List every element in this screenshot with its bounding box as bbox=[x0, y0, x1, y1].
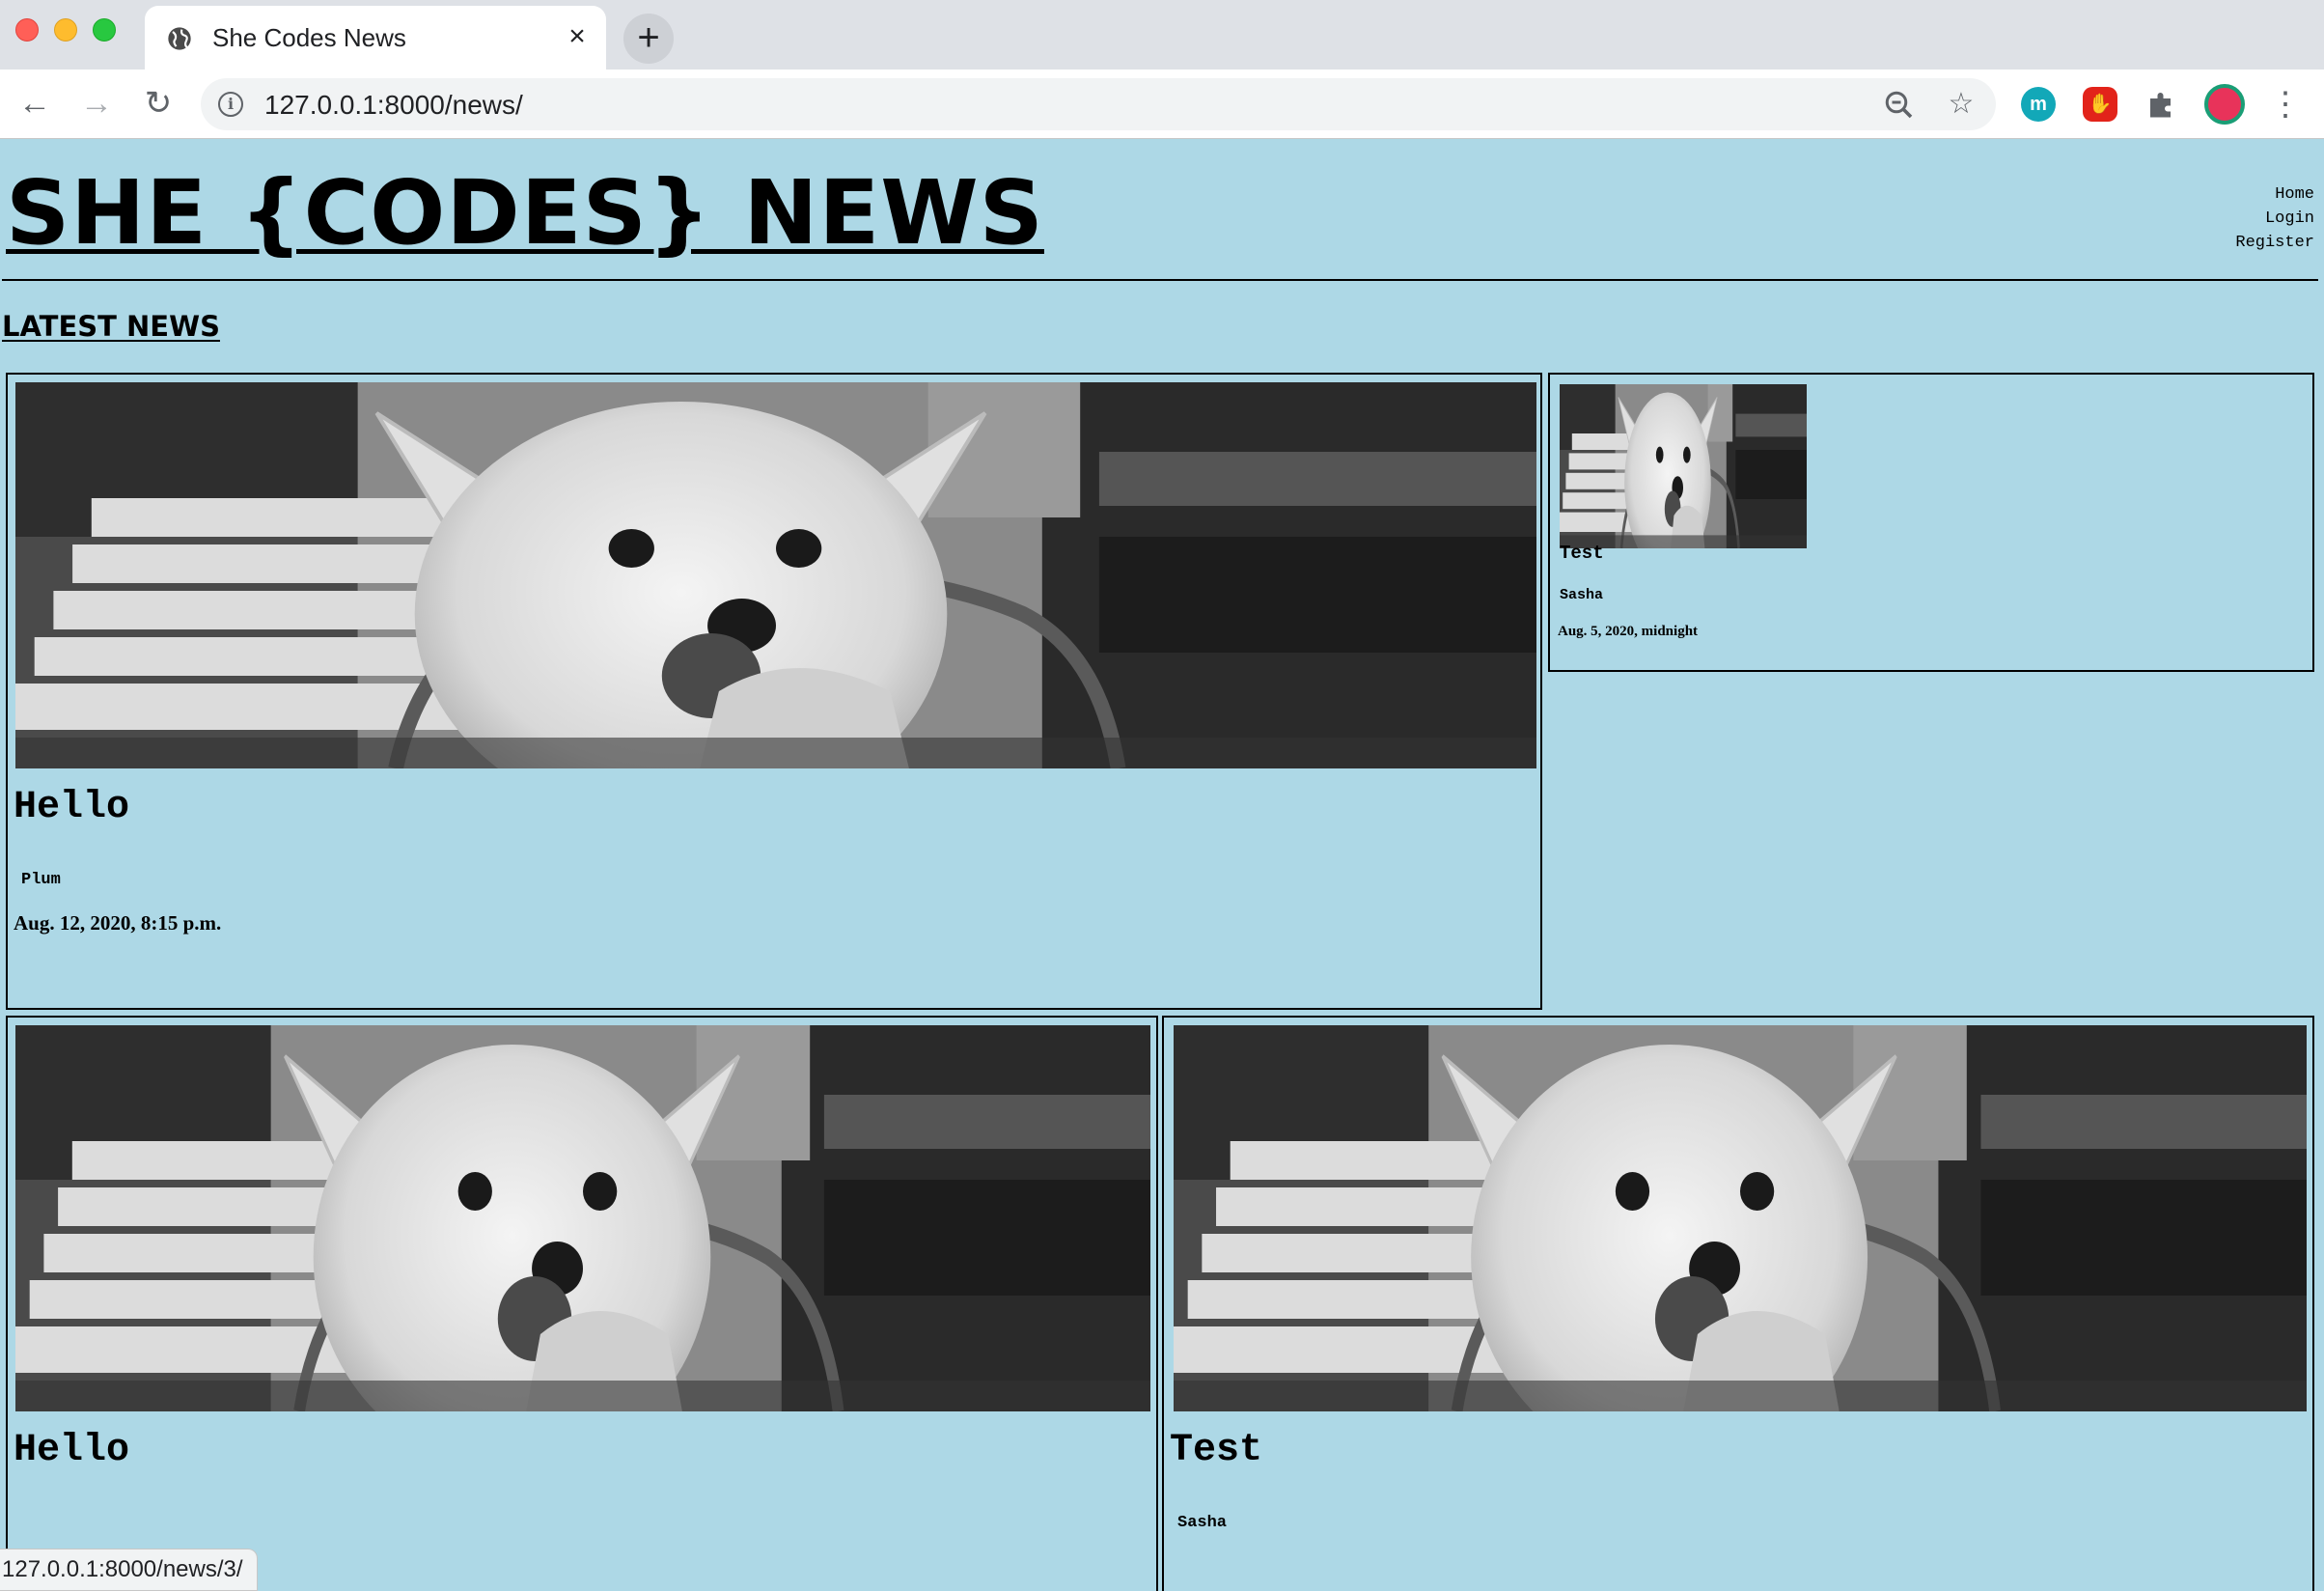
address-bar[interactable]: i 127.0.0.1:8000/news/ ☆ bbox=[201, 78, 1996, 130]
story-card[interactable]: Test Sasha Aug. 5, 2020, midnight bbox=[1548, 373, 2314, 672]
story-card[interactable]: Hello bbox=[6, 1016, 1158, 1591]
story-card[interactable]: Test Sasha bbox=[1162, 1016, 2314, 1591]
new-tab-button[interactable]: + bbox=[623, 14, 674, 64]
story-author: Plum bbox=[21, 871, 61, 889]
header-divider bbox=[2, 279, 2318, 281]
info-icon[interactable]: i bbox=[218, 92, 243, 117]
globe-icon bbox=[168, 27, 191, 50]
adblock-stop-icon[interactable]: ✋ bbox=[2083, 87, 2117, 122]
story-image[interactable] bbox=[15, 1025, 1150, 1411]
browser-titlebar: She Codes News × + bbox=[0, 0, 2324, 70]
extension-m-icon[interactable]: m bbox=[2021, 87, 2056, 122]
reload-icon[interactable]: ↻ bbox=[135, 81, 181, 127]
zoom-out-icon[interactable] bbox=[1882, 88, 1917, 123]
site-title-link[interactable]: SHE {CODES} NEWS bbox=[6, 161, 1044, 265]
bookmark-star-icon[interactable]: ☆ bbox=[1944, 88, 1978, 123]
story-date: Aug. 5, 2020, midnight bbox=[1558, 624, 1699, 639]
story-title[interactable]: Test bbox=[1560, 543, 1604, 564]
forward-arrow-icon[interactable]: → bbox=[73, 81, 120, 127]
nav-link-register[interactable]: Register bbox=[2235, 231, 2314, 255]
story-title[interactable]: Hello bbox=[14, 1429, 129, 1472]
story-title[interactable]: Hello bbox=[14, 786, 129, 829]
extensions-puzzle-icon[interactable] bbox=[2144, 87, 2179, 122]
window-minimize-button[interactable] bbox=[54, 18, 77, 42]
browser-toolbar: ← → ↻ i 127.0.0.1:8000/news/ ☆ m ✋ ⋮ bbox=[0, 70, 2324, 139]
page-content: SHE {CODES} NEWS Home Login Register LAT… bbox=[0, 140, 2324, 1591]
address-bar-url[interactable]: 127.0.0.1:8000/news/ bbox=[264, 90, 523, 121]
story-author: Sasha bbox=[1177, 1514, 1228, 1532]
profile-avatar[interactable] bbox=[2204, 84, 2245, 125]
nav-link-login[interactable]: Login bbox=[2235, 207, 2314, 231]
story-image[interactable] bbox=[15, 382, 1536, 768]
story-title[interactable]: Test bbox=[1170, 1429, 1262, 1472]
tab-close-icon[interactable]: × bbox=[564, 22, 591, 51]
site-nav: Home Login Register bbox=[2235, 182, 2314, 255]
story-image[interactable] bbox=[1560, 384, 1807, 548]
story-author: Sasha bbox=[1560, 587, 1604, 603]
browser-tab[interactable]: She Codes News × bbox=[145, 6, 606, 70]
latest-news-heading: LATEST NEWS bbox=[2, 310, 220, 343]
browser-menu-icon[interactable]: ⋮ bbox=[2268, 83, 2303, 126]
link-status-bar: 127.0.0.1:8000/news/3/ bbox=[0, 1549, 258, 1591]
nav-link-home[interactable]: Home bbox=[2235, 182, 2314, 207]
window-zoom-button[interactable] bbox=[93, 18, 116, 42]
back-arrow-icon[interactable]: ← bbox=[12, 81, 58, 127]
story-image[interactable] bbox=[1174, 1025, 2307, 1411]
story-card[interactable]: Hello Plum Aug. 12, 2020, 8:15 p.m. bbox=[6, 373, 1542, 1010]
tab-title: She Codes News bbox=[212, 23, 406, 52]
story-date: Aug. 12, 2020, 8:15 p.m. bbox=[14, 911, 222, 935]
window-close-button[interactable] bbox=[15, 18, 39, 42]
